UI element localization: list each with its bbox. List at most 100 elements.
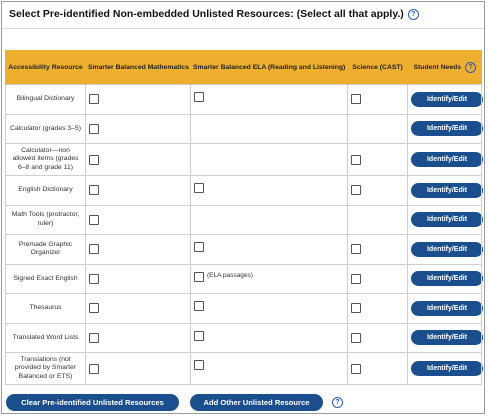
math-cell: [85, 234, 191, 265]
science-cell: [347, 234, 408, 265]
math-cell: [85, 293, 191, 324]
math-checkbox[interactable]: [89, 273, 99, 284]
resource-name-cell: Signed Exact English: [5, 263, 86, 294]
ela-cell: [190, 352, 348, 385]
ela-checkbox[interactable]: [194, 360, 204, 370]
ela-cell: (ELA passages): [190, 263, 348, 294]
col-header-science: Science (CAST): [347, 50, 408, 85]
identify-edit-button[interactable]: Identify/Edit: [411, 361, 483, 376]
identify-edit-button[interactable]: Identify/Edit: [411, 121, 483, 137]
math-checkbox[interactable]: [89, 244, 99, 255]
ela-checkbox[interactable]: [194, 242, 204, 252]
resource-name: Translations (not provided by Smarter Ba…: [14, 355, 77, 380]
resource-name: Translated Word Lists: [12, 333, 79, 341]
table-row: Premade Graphic Organizer Identify/Edit: [5, 234, 483, 265]
table-row: Calculator (grades 3–5) Identify/Edit: [5, 113, 483, 144]
clear-unlisted-button[interactable]: Clear Pre-identified Unlisted Resources: [6, 394, 179, 411]
resources-table: Accessibility Resource Smarter Balanced …: [5, 50, 483, 385]
ela-checkbox[interactable]: [194, 301, 204, 311]
identify-edit-button[interactable]: Identify/Edit: [411, 212, 483, 228]
resource-name-cell: Calculator (grades 3–5): [5, 113, 86, 144]
resource-name-cell: English Dictionary: [5, 175, 86, 206]
resource-name: Premade Graphic Organizer: [18, 240, 73, 257]
science-cell: [347, 143, 408, 176]
resource-name-cell: Translated Word Lists: [5, 322, 86, 353]
needs-cell: Identify/Edit: [407, 322, 483, 353]
math-cell: [85, 352, 191, 385]
table-row: Bilingual Dictionary Identify/Edit: [5, 84, 483, 115]
math-checkbox[interactable]: [89, 363, 99, 374]
col-header-needs-label: Student Needs: [413, 63, 462, 71]
needs-cell: Identify/Edit: [407, 352, 483, 385]
help-icon[interactable]: ?: [465, 61, 477, 73]
help-icon[interactable]: ?: [332, 397, 343, 408]
help-icon[interactable]: ?: [407, 8, 419, 20]
ela-cell: [190, 322, 348, 353]
math-checkbox[interactable]: [89, 332, 99, 343]
science-cell: [347, 204, 408, 235]
science-checkbox[interactable]: [351, 363, 361, 374]
math-checkbox[interactable]: [89, 303, 99, 314]
table-row: Translated Word Lists Identify/Edit: [5, 322, 483, 353]
col-header-needs: Student Needs?: [407, 50, 482, 85]
table-header: Accessibility Resource Smarter Balanced …: [5, 50, 482, 85]
science-cell: [347, 322, 408, 353]
science-checkbox[interactable]: [351, 244, 361, 255]
ela-cell: [190, 143, 348, 176]
identify-edit-button[interactable]: Identify/Edit: [411, 182, 483, 198]
needs-cell: Identify/Edit: [407, 234, 483, 265]
science-cell: [347, 352, 408, 385]
science-cell: [347, 293, 408, 324]
math-cell: [85, 113, 191, 144]
ela-checkbox[interactable]: [194, 92, 204, 102]
science-checkbox[interactable]: [351, 185, 361, 196]
science-cell: [347, 263, 408, 294]
ela-cell: [190, 234, 348, 265]
needs-cell: Identify/Edit: [407, 143, 483, 176]
math-cell: [85, 204, 191, 235]
table-row: Math Tools (protractor, ruler) Identify/E…: [5, 204, 483, 235]
identify-edit-button[interactable]: Identify/Edit: [411, 91, 483, 107]
math-checkbox[interactable]: [89, 214, 99, 225]
resource-name-cell: Bilingual Dictionary: [5, 84, 86, 115]
identify-edit-button[interactable]: Identify/Edit: [411, 330, 483, 346]
resource-name: Calculator—non allowed items (grades 6–8…: [12, 146, 79, 171]
identify-edit-button[interactable]: Identify/Edit: [411, 300, 483, 316]
table-row: Signed Exact English (ELA passages) Identi…: [5, 263, 483, 294]
math-checkbox[interactable]: [89, 154, 99, 165]
identify-edit-button[interactable]: Identify/Edit: [411, 241, 483, 257]
needs-cell: Identify/Edit: [407, 84, 483, 115]
science-checkbox[interactable]: [351, 94, 361, 105]
ela-checkbox[interactable]: [194, 271, 204, 282]
col-header-ela: Smarter Balanced ELA (Reading and Listen…: [190, 50, 348, 85]
science-checkbox[interactable]: [351, 273, 361, 284]
math-cell: [85, 322, 191, 353]
section-title: Select Pre-identified Non-embedded Unlis…: [9, 8, 404, 20]
resource-name-cell: Math Tools (protractor, ruler): [5, 204, 86, 235]
resource-name-cell: Premade Graphic Organizer: [5, 234, 86, 265]
math-checkbox[interactable]: [89, 185, 99, 196]
col-header-resource: Accessibility Resource: [5, 50, 86, 85]
math-checkbox[interactable]: [89, 94, 99, 105]
ela-cell: [190, 175, 348, 206]
table-row: English Dictionary Identify/Edit: [5, 175, 483, 206]
resource-name: Calculator (grades 3–5): [9, 124, 82, 132]
science-cell: [347, 113, 408, 144]
ela-checkbox[interactable]: [194, 183, 204, 193]
ela-cell: [190, 204, 348, 235]
science-checkbox[interactable]: [351, 154, 361, 165]
needs-cell: Identify/Edit: [407, 263, 483, 294]
identify-edit-button[interactable]: Identify/Edit: [411, 271, 483, 287]
math-cell: [85, 143, 191, 176]
needs-cell: Identify/Edit: [407, 113, 483, 144]
divider: [2, 28, 484, 29]
ela-checkbox[interactable]: [194, 330, 204, 341]
math-cell: [85, 175, 191, 206]
resource-name-cell: Translations (not provided by Smarter Ba…: [5, 352, 86, 385]
needs-cell: Identify/Edit: [407, 175, 483, 206]
add-unlisted-button[interactable]: Add Other Unlisted Resource: [190, 394, 323, 411]
identify-edit-button[interactable]: Identify/Edit: [411, 152, 483, 167]
science-checkbox[interactable]: [351, 332, 361, 343]
science-checkbox[interactable]: [351, 303, 361, 314]
math-checkbox[interactable]: [89, 123, 99, 134]
